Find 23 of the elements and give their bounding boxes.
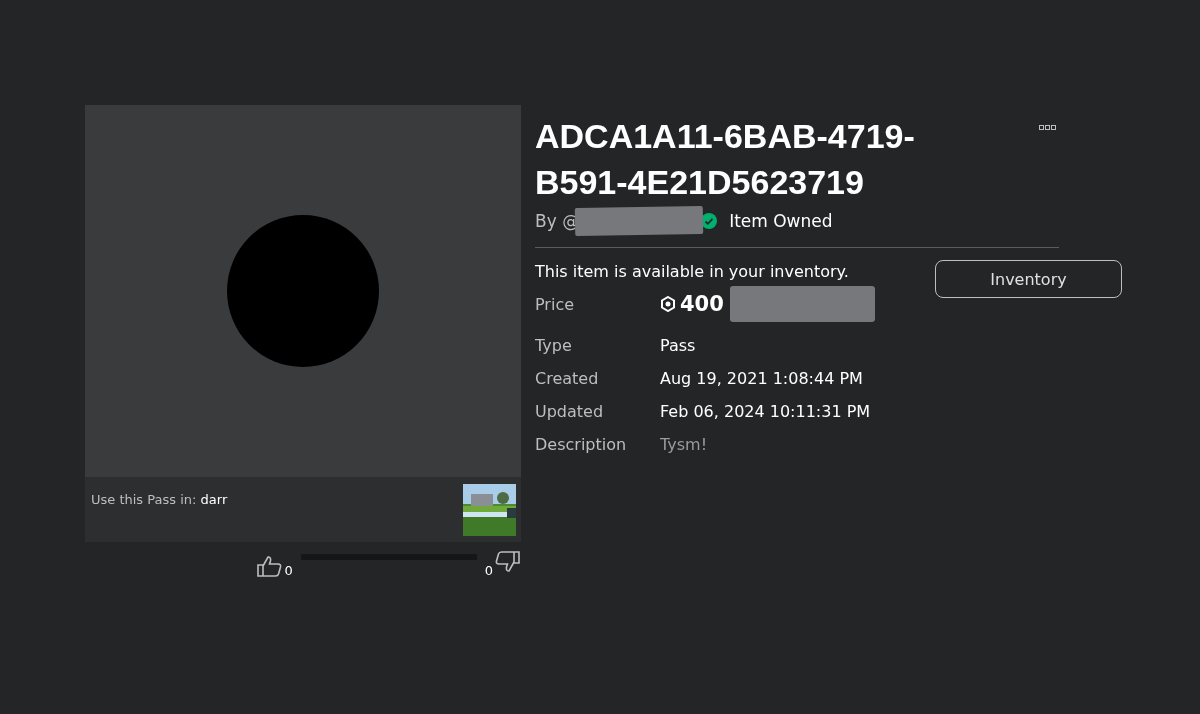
thumbs-up-icon[interactable] [256, 554, 283, 578]
detail-value: Tysm! [660, 435, 709, 454]
detail-value: Aug 19, 2021 1:08:44 PM [660, 369, 864, 388]
upvote-count: 0 [284, 563, 293, 578]
robux-icon [660, 296, 676, 312]
detail-value: Feb 06, 2024 10:11:31 PM [660, 402, 872, 421]
check-icon [701, 213, 718, 229]
item-title: ADCA1A11-6BAB-4719-B591-4E21D5623719 [535, 116, 916, 203]
downvote-count: 0 [484, 563, 493, 578]
price-value: 400 [680, 292, 724, 316]
detail-value: Pass [660, 336, 697, 355]
thumbs-down-icon[interactable] [495, 550, 521, 574]
inventory-button[interactable]: Inventory [935, 260, 1122, 298]
detail-label: Type [535, 336, 573, 355]
game-link[interactable]: darr [200, 492, 228, 507]
detail-label: Updated [535, 402, 605, 421]
more-options-icon[interactable] [1039, 125, 1057, 131]
owned-status: Item Owned [729, 211, 833, 231]
usage-text: Use this Pass in: darr [91, 492, 228, 509]
detail-label: Created [535, 369, 600, 388]
detail-label: Price [535, 294, 576, 314]
detail-label: Description [535, 435, 628, 454]
availability-text: This item is available in your inventory. [535, 262, 849, 281]
